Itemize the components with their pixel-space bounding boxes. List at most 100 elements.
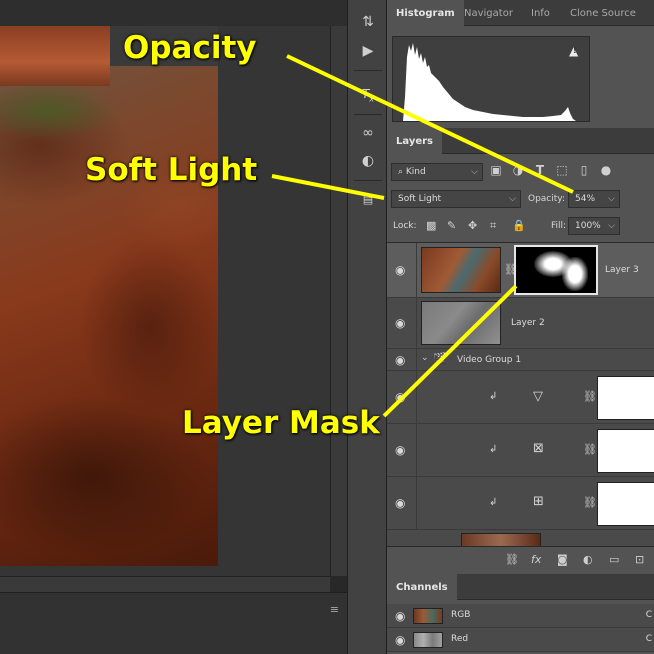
annotation-layer-mask: Layer Mask: [182, 405, 380, 441]
lock-label: Lock:: [393, 221, 417, 231]
blend-mode-value: Soft Light: [398, 194, 442, 204]
panel-dock-column: ⇅ ▶ Tx ∞ ◐ ▤: [347, 0, 387, 654]
channels-tabbar: Channels: [387, 574, 654, 600]
fx-icon[interactable]: fx: [531, 553, 541, 566]
layer-name[interactable]: Layer 3: [605, 265, 639, 275]
histogram-graph: [392, 36, 590, 122]
visibility-cell[interactable]: ◉: [387, 349, 417, 370]
curves-icon[interactable]: ⊞: [533, 494, 544, 509]
layer-row-partial[interactable]: [387, 530, 654, 546]
eye-icon[interactable]: ◉: [395, 443, 405, 457]
document-area: [0, 0, 347, 592]
add-mask-icon[interactable]: ◙: [557, 553, 568, 566]
layers-list: ◉ ⛓ Layer 3 ◉ Layer 2 ◉ ⌄ 🎬 Video Group …: [387, 242, 654, 546]
layer-name[interactable]: Video Group 1: [457, 355, 521, 365]
channel-row-rgb[interactable]: ◉ RGB C: [387, 604, 654, 628]
search-icon: ⌕: [398, 167, 406, 177]
lock-all-icon[interactable]: 🔒: [512, 219, 526, 232]
tab-clone-source[interactable]: Clone Source: [561, 0, 645, 26]
character-style-icon[interactable]: Tx: [356, 84, 380, 104]
panel-menu-icon[interactable]: ≡: [330, 603, 339, 616]
visibility-cell[interactable]: ◉: [387, 298, 417, 348]
levels-icon[interactable]: ▽: [533, 389, 543, 404]
chain-link-icon[interactable]: ⛓: [583, 496, 597, 509]
tab-histogram[interactable]: Histogram: [387, 0, 464, 26]
layer-mask-thumbnail[interactable]: [597, 376, 654, 420]
photo-rock-region: [0, 26, 110, 86]
visibility-cell[interactable]: ◉: [387, 243, 417, 297]
filter-toggle-icon[interactable]: ●: [599, 163, 613, 177]
lock-transparent-icon[interactable]: ▩: [426, 219, 436, 232]
tab-navigator[interactable]: Navigator: [455, 0, 522, 26]
dock-divider: [354, 114, 382, 115]
photo-foliage-region: [0, 81, 120, 141]
horizontal-scrollbar[interactable]: [0, 576, 330, 592]
layer-row-layer-3[interactable]: ◉ ⛓ Layer 3: [387, 243, 654, 298]
layer-thumbnail[interactable]: [421, 247, 501, 293]
creative-cloud-icon[interactable]: ∞: [356, 123, 380, 143]
eye-icon[interactable]: ◉: [395, 609, 405, 623]
histogram-curve: [403, 43, 576, 121]
opacity-value: 54%: [575, 194, 596, 204]
chain-link-icon[interactable]: ⛓: [583, 443, 597, 456]
layer-name[interactable]: Layer 2: [511, 318, 545, 328]
eye-icon[interactable]: ◉: [395, 316, 405, 330]
lock-brush-icon[interactable]: ✎: [447, 219, 456, 232]
new-adjustment-icon[interactable]: ◐: [583, 553, 593, 566]
chevron-down-icon: ⌵: [608, 194, 615, 204]
filter-pixel-icon[interactable]: ▣: [489, 163, 503, 177]
filter-smart-object-icon[interactable]: ▯: [577, 163, 591, 177]
visibility-cell[interactable]: ◉: [387, 371, 417, 423]
layer-row-adjustment[interactable]: ◉ ↲ ⊠ ⛓: [387, 424, 654, 477]
filter-adjustment-icon[interactable]: ◑: [511, 163, 525, 177]
chain-link-icon[interactable]: ⛓: [583, 390, 597, 403]
visibility-cell[interactable]: ◉: [387, 477, 417, 529]
channel-shortcut: C: [645, 634, 652, 644]
fill-label: Fill:: [551, 221, 567, 231]
new-layer-icon[interactable]: ⊡: [635, 553, 644, 566]
eye-icon[interactable]: ◉: [395, 496, 405, 510]
layer-row-layer-2[interactable]: ◉ Layer 2: [387, 298, 654, 349]
layer-row-video-group[interactable]: ◉ ⌄ 🎬 Video Group 1: [387, 349, 654, 371]
channel-row-red[interactable]: ◉ Red C: [387, 628, 654, 652]
vertical-scrollbar[interactable]: [330, 26, 347, 576]
filter-kind-select[interactable]: ⌕ Kind ⌵: [391, 163, 483, 181]
layers-tabbar: Layers: [387, 128, 654, 154]
link-layers-icon[interactable]: ⛓: [505, 553, 519, 566]
chevron-down-icon: ⌵: [471, 167, 478, 177]
properties-icon[interactable]: ▤: [356, 190, 380, 210]
fill-field[interactable]: 100% ⌵: [568, 217, 620, 235]
layer-mask-thumbnail[interactable]: [597, 429, 654, 473]
tab-layers[interactable]: Layers: [387, 128, 442, 154]
layer-row-adjustment[interactable]: ◉ ↲ ▽ ⛓: [387, 371, 654, 424]
layer-mask-thumbnail[interactable]: [597, 482, 654, 526]
filter-shape-icon[interactable]: ⬚: [555, 163, 569, 177]
filter-kind-value: Kind: [405, 167, 426, 177]
fill-value: 100%: [575, 221, 601, 231]
layer-thumbnail[interactable]: [421, 301, 501, 345]
lock-artboard-icon[interactable]: ⌗: [490, 219, 496, 233]
eye-icon[interactable]: ◉: [395, 353, 405, 367]
layer-thumbnail[interactable]: [461, 533, 541, 546]
tab-channels[interactable]: Channels: [387, 574, 457, 600]
history-icon[interactable]: ⇅: [356, 12, 380, 32]
opacity-field[interactable]: 54% ⌵: [568, 190, 620, 208]
canvas-photo[interactable]: [0, 26, 218, 566]
new-group-icon[interactable]: ▭: [609, 553, 619, 566]
filter-type-icon[interactable]: T: [533, 163, 547, 177]
channel-name: RGB: [451, 610, 471, 620]
right-panels: Histogram Navigator Info Clone Source ▲ …: [387, 0, 654, 654]
visibility-cell[interactable]: ◉: [387, 424, 417, 476]
layer-row-adjustment[interactable]: ◉ ↲ ⊞ ⛓: [387, 477, 654, 530]
blend-mode-select[interactable]: Soft Light ⌵: [391, 190, 521, 208]
gradient-map-icon[interactable]: ⊠: [533, 441, 544, 456]
adjustment-icon[interactable]: ◐: [356, 151, 380, 171]
chevron-down-icon[interactable]: ⌄: [421, 353, 429, 363]
tab-info[interactable]: Info: [522, 0, 559, 26]
layer-mask-thumbnail[interactable]: [514, 245, 598, 295]
eye-icon[interactable]: ◉: [395, 633, 405, 647]
play-icon[interactable]: ▶: [356, 41, 380, 61]
eye-icon[interactable]: ◉: [395, 263, 405, 277]
lock-position-icon[interactable]: ✥: [468, 219, 477, 232]
eye-icon[interactable]: ◉: [395, 390, 405, 404]
